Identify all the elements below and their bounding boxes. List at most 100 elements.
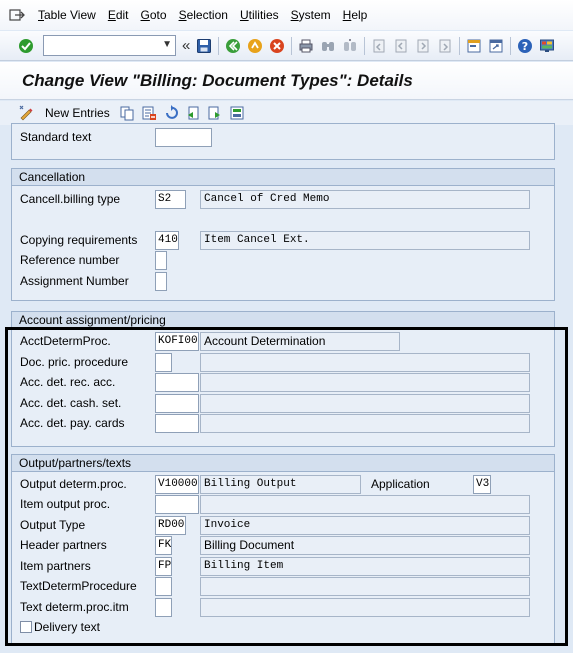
copying-requirements-label: Copying requirements <box>20 233 138 247</box>
exit-icon[interactable] <box>245 36 265 56</box>
menu-utilities[interactable]: Utilities <box>240 8 279 22</box>
item-output-input[interactable] <box>155 495 199 514</box>
copy-as-icon[interactable] <box>117 103 137 123</box>
menu-goto[interactable]: Goto <box>141 8 167 22</box>
find-icon[interactable] <box>318 36 338 56</box>
acct-determ-input[interactable]: KOFI00 <box>155 332 199 351</box>
pay-cards-label: Acc. det. pay. cards <box>20 416 125 430</box>
reference-number-label: Reference number <box>20 253 120 267</box>
last-page-icon[interactable] <box>435 36 455 56</box>
save-icon[interactable] <box>194 36 214 56</box>
delivery-text-checkbox[interactable] <box>20 621 32 633</box>
output-determ-input[interactable]: V10000 <box>155 475 199 494</box>
select-all-icon[interactable] <box>227 103 247 123</box>
menu-system[interactable]: System <box>291 8 331 22</box>
item-output-row: Item output proc. <box>20 495 550 514</box>
menu-edit[interactable]: Edit <box>108 8 129 22</box>
assignment-number-label: Assignment Number <box>20 274 129 288</box>
delete-icon[interactable] <box>139 103 159 123</box>
acct-determ-row: AcctDetermProc. KOFI00 Account Determina… <box>20 332 550 351</box>
help-icon[interactable]: ? <box>515 36 535 56</box>
menu-selection[interactable]: Selection <box>179 8 228 22</box>
new-entries-button[interactable]: New Entries <box>45 106 110 120</box>
application-input[interactable]: V3 <box>473 475 491 494</box>
display-change-icon[interactable] <box>16 103 36 123</box>
cancellation-group: Cancellation Cancell.billing type S2 Can… <box>11 168 555 301</box>
doc-pric-procedure-input[interactable] <box>155 353 172 372</box>
print-icon[interactable] <box>296 36 316 56</box>
first-page-icon[interactable] <box>369 36 389 56</box>
output-determ-description: Billing Output <box>200 475 361 494</box>
pay-cards-input[interactable] <box>155 414 199 433</box>
undo-change-icon[interactable] <box>161 103 181 123</box>
content-area: Standard text Cancellation Cancell.billi… <box>0 123 573 653</box>
next-page-icon[interactable] <box>413 36 433 56</box>
cancel-billing-type-label: Cancell.billing type <box>20 192 121 206</box>
text-determ-input[interactable] <box>155 577 172 596</box>
page-title: Change View "Billing: Document Types": D… <box>22 70 413 90</box>
header-partners-label: Header partners <box>20 538 107 552</box>
cash-set-input[interactable] <box>155 394 199 413</box>
item-output-label: Item output proc. <box>20 497 111 511</box>
find-next-icon[interactable] <box>340 36 360 56</box>
header-partners-input[interactable]: FK <box>155 536 172 555</box>
doc-pric-procedure-row: Doc. pric. procedure <box>20 353 550 372</box>
back-icon[interactable] <box>223 36 243 56</box>
double-chevron-left-icon[interactable]: « <box>182 38 190 53</box>
pay-cards-row: Acc. det. pay. cards <box>20 414 550 433</box>
account-assignment-group: Account assignment/pricing AcctDetermPro… <box>11 311 555 447</box>
reference-number-input[interactable] <box>155 251 167 270</box>
create-session-icon[interactable] <box>464 36 484 56</box>
reference-number-row: Reference number <box>20 251 550 270</box>
rec-acc-description <box>200 373 530 392</box>
enter-icon[interactable] <box>16 36 36 56</box>
standard-text-input[interactable] <box>155 128 212 147</box>
cancel-icon[interactable] <box>267 36 287 56</box>
menu-table-view[interactable]: Table View <box>38 8 96 22</box>
assignment-number-input[interactable] <box>155 272 167 291</box>
text-determ-itm-row: Text determ.proc.itm <box>20 598 550 617</box>
title-bar: Change View "Billing: Document Types": D… <box>0 62 573 100</box>
text-determ-label: TextDetermProcedure <box>20 579 137 593</box>
next-entry-icon[interactable] <box>205 103 225 123</box>
acct-determ-description: Account Determination <box>200 332 400 351</box>
item-partners-input[interactable]: FP <box>155 557 172 576</box>
doc-pric-procedure-label: Doc. pric. procedure <box>20 355 129 369</box>
customize-layout-icon[interactable] <box>537 36 557 56</box>
item-partners-description: Billing Item <box>200 557 530 576</box>
top-group: Standard text <box>11 123 555 160</box>
header-partners-description: Billing Document <box>200 536 530 555</box>
previous-page-icon[interactable] <box>391 36 411 56</box>
menu-bar: Table View Edit Goto Selection Utilities… <box>0 0 573 30</box>
copying-requirements-row: Copying requirements 410 Item Cancel Ext… <box>20 231 550 250</box>
pay-cards-description <box>200 414 530 433</box>
account-assignment-title: Account assignment/pricing <box>12 312 554 329</box>
item-partners-label: Item partners <box>20 559 91 573</box>
previous-entry-icon[interactable] <box>183 103 203 123</box>
doc-pric-procedure-description <box>200 353 530 372</box>
rec-acc-input[interactable] <box>155 373 199 392</box>
output-type-row: Output Type RD00 Invoice <box>20 516 550 535</box>
cancel-billing-type-input[interactable]: S2 <box>155 190 186 209</box>
text-determ-itm-label: Text determ.proc.itm <box>20 600 129 614</box>
svg-text:?: ? <box>522 40 528 53</box>
menu-help[interactable]: Help <box>343 8 368 22</box>
output-partners-texts-group: Output/partners/texts Output determ.proc… <box>11 454 555 644</box>
text-determ-itm-input[interactable] <box>155 598 172 617</box>
copying-requirements-input[interactable]: 410 <box>155 231 179 250</box>
text-determ-row: TextDetermProcedure <box>20 577 550 596</box>
command-field[interactable]: ▼ <box>43 35 176 56</box>
output-type-label: Output Type <box>20 518 86 532</box>
cash-set-description <box>200 394 530 413</box>
chevron-down-icon[interactable]: ▼ <box>162 39 172 50</box>
delivery-text-row: Delivery text <box>20 618 550 637</box>
cash-set-label: Acc. det. cash. set. <box>20 396 122 410</box>
shortcut-icon[interactable] <box>486 36 506 56</box>
output-type-input[interactable]: RD00 <box>155 516 186 535</box>
cancel-billing-type-description: Cancel of Cred Memo <box>200 190 530 209</box>
acct-determ-label: AcctDetermProc. <box>20 334 111 348</box>
output-determ-row: Output determ.proc. V10000 Billing Outpu… <box>20 475 550 494</box>
standard-toolbar: ▼ « ? <box>0 31 573 61</box>
rec-acc-row: Acc. det. rec. acc. <box>20 373 550 392</box>
menu-exit-icon[interactable] <box>6 6 28 24</box>
